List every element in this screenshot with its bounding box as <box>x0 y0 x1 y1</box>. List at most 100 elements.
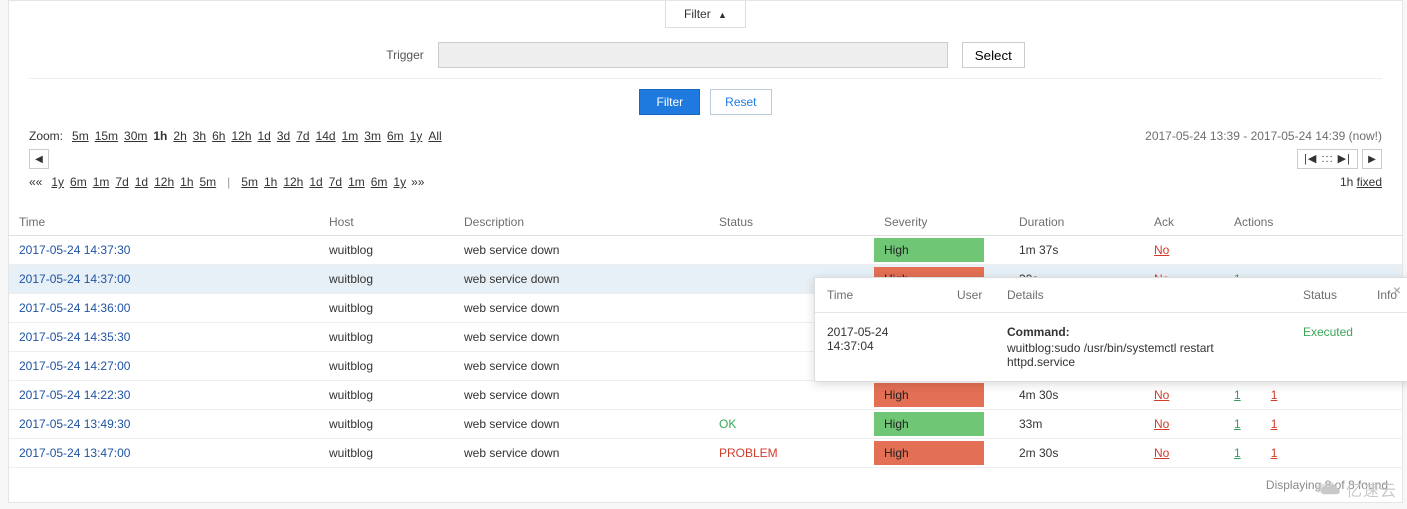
host-link[interactable]: wuitblog <box>329 446 373 460</box>
popup-th-user: User <box>945 278 995 313</box>
zoom-forward-1y[interactable]: 1y <box>390 173 409 191</box>
filter-tab[interactable]: Filter ▲ <box>665 1 746 28</box>
th-severity[interactable]: Severity <box>874 209 1009 236</box>
host-link[interactable]: wuitblog <box>329 272 373 286</box>
action-count-green[interactable]: 1 <box>1234 446 1241 460</box>
description-link[interactable]: web service down <box>464 301 559 315</box>
zoom-back-5m[interactable]: 5m <box>197 173 220 191</box>
zoom-option-5m[interactable]: 5m <box>69 127 92 145</box>
zoom-option-3d[interactable]: 3d <box>274 127 293 145</box>
zoom-option-30m[interactable]: 30m <box>121 127 150 145</box>
zoom-back-6m[interactable]: 6m <box>67 173 90 191</box>
description-link[interactable]: web service down <box>464 243 559 257</box>
ack-link[interactable]: No <box>1154 388 1169 402</box>
zoom-forward-1d[interactable]: 1d <box>306 173 325 191</box>
event-time-link[interactable]: 2017-05-24 13:47:00 <box>19 446 130 460</box>
th-host[interactable]: Host <box>319 209 454 236</box>
status-text: PROBLEM <box>719 446 778 460</box>
ack-link[interactable]: No <box>1154 417 1169 431</box>
zoom-forward-6m[interactable]: 6m <box>368 173 391 191</box>
time-range: 2017-05-24 13:39 - 2017-05-24 14:39 (now… <box>1145 129 1382 143</box>
zoom-option-3m[interactable]: 3m <box>361 127 384 145</box>
zoom-option-3h[interactable]: 3h <box>190 127 209 145</box>
event-time-link[interactable]: 2017-05-24 14:36:00 <box>19 301 130 315</box>
close-icon[interactable]: × <box>1393 282 1401 298</box>
host-link[interactable]: wuitblog <box>329 388 373 402</box>
th-duration[interactable]: Duration <box>1009 209 1144 236</box>
zoom-row-secondary: «« 1y6m1m7d1d12h1h5m | 5m1h12h1d7d1m6m1y… <box>9 173 1402 203</box>
zoom-forward-7d[interactable]: 7d <box>326 173 345 191</box>
zoom-option-All[interactable]: All <box>425 127 444 145</box>
th-actions[interactable]: Actions <box>1224 209 1402 236</box>
zoom-forward-1m[interactable]: 1m <box>345 173 368 191</box>
action-count-red[interactable]: 1 <box>1271 446 1278 460</box>
event-time-link[interactable]: 2017-05-24 14:22:30 <box>19 388 130 402</box>
trigger-input[interactable] <box>438 42 948 68</box>
command-label: Command: <box>1007 325 1279 339</box>
zoom-option-15m[interactable]: 15m <box>92 127 121 145</box>
filter-form: Trigger Select <box>29 28 1382 79</box>
description-link[interactable]: web service down <box>464 359 559 373</box>
zoom-option-6h[interactable]: 6h <box>209 127 228 145</box>
event-time-link[interactable]: 2017-05-24 13:49:30 <box>19 417 130 431</box>
event-time-link[interactable]: 2017-05-24 14:27:00 <box>19 359 130 373</box>
event-time-link[interactable]: 2017-05-24 14:37:30 <box>19 243 130 257</box>
zoom-forward-5m[interactable]: 5m <box>238 173 261 191</box>
zoom-back-7d[interactable]: 7d <box>112 173 131 191</box>
filter-button[interactable]: Filter <box>639 89 700 115</box>
popup-th-time: Time <box>815 278 945 313</box>
host-link[interactable]: wuitblog <box>329 330 373 344</box>
reset-button[interactable]: Reset <box>710 89 771 115</box>
zoom-option-1h[interactable]: 1h <box>150 127 170 145</box>
zoom-back-1m[interactable]: 1m <box>90 173 113 191</box>
th-ack[interactable]: Ack <box>1144 209 1224 236</box>
th-status[interactable]: Status <box>709 209 874 236</box>
action-count-red[interactable]: 1 <box>1271 417 1278 431</box>
severity-badge: High <box>874 383 984 407</box>
zoom-back-12h[interactable]: 12h <box>151 173 177 191</box>
zoom-option-6m[interactable]: 6m <box>384 127 407 145</box>
zoom-option-7d[interactable]: 7d <box>293 127 312 145</box>
nav-right-button[interactable]: ▶ <box>1362 149 1382 169</box>
zoom-option-14d[interactable]: 14d <box>313 127 339 145</box>
zoom-suffix: »» <box>411 175 424 189</box>
host-link[interactable]: wuitblog <box>329 243 373 257</box>
action-count-red[interactable]: 1 <box>1271 388 1278 402</box>
zoom-option-1m[interactable]: 1m <box>339 127 362 145</box>
ack-link[interactable]: No <box>1154 446 1169 460</box>
zoom-back-1y[interactable]: 1y <box>48 173 67 191</box>
event-time-link[interactable]: 2017-05-24 14:37:00 <box>19 272 130 286</box>
filter-tab-wrap: Filter ▲ <box>9 1 1402 28</box>
select-button[interactable]: Select <box>962 42 1025 68</box>
description-link[interactable]: web service down <box>464 446 559 460</box>
th-time[interactable]: Time <box>9 209 319 236</box>
action-count-green[interactable]: 1 <box>1234 417 1241 431</box>
nav-center-button[interactable]: |◀ ::: ▶| <box>1297 149 1358 169</box>
zoom-option-2h[interactable]: 2h <box>170 127 189 145</box>
host-link[interactable]: wuitblog <box>329 417 373 431</box>
table-row: 2017-05-24 13:49:30 wuitblog web service d… <box>9 410 1402 439</box>
table-row: 2017-05-24 13:47:00 wuitblog web service d… <box>9 439 1402 468</box>
nav-left-button[interactable]: ◀ <box>29 149 49 169</box>
action-count-green[interactable]: 1 <box>1234 388 1241 402</box>
zoom-option-12h[interactable]: 12h <box>228 127 254 145</box>
zoom-option-1d[interactable]: 1d <box>255 127 274 145</box>
description-link[interactable]: web service down <box>464 330 559 344</box>
chevron-left-icon: ◀ <box>35 154 43 165</box>
description-link[interactable]: web service down <box>464 388 559 402</box>
zoom-forward-1h[interactable]: 1h <box>261 173 280 191</box>
zoom-back-1d[interactable]: 1d <box>132 173 151 191</box>
ack-link[interactable]: No <box>1154 243 1169 257</box>
zoom-option-1y[interactable]: 1y <box>407 127 426 145</box>
event-time-link[interactable]: 2017-05-24 14:35:30 <box>19 330 130 344</box>
host-link[interactable]: wuitblog <box>329 359 373 373</box>
description-link[interactable]: web service down <box>464 417 559 431</box>
zoom-back-1h[interactable]: 1h <box>177 173 196 191</box>
th-description[interactable]: Description <box>454 209 709 236</box>
host-link[interactable]: wuitblog <box>329 301 373 315</box>
zoom-1h-label: 1h <box>1340 175 1353 189</box>
zoom-fixed-link[interactable]: fixed <box>1357 175 1382 189</box>
description-link[interactable]: web service down <box>464 272 559 286</box>
zoom-secondary-left: «« 1y6m1m7d1d12h1h5m | 5m1h12h1d7d1m6m1y… <box>29 175 428 189</box>
zoom-forward-12h[interactable]: 12h <box>280 173 306 191</box>
